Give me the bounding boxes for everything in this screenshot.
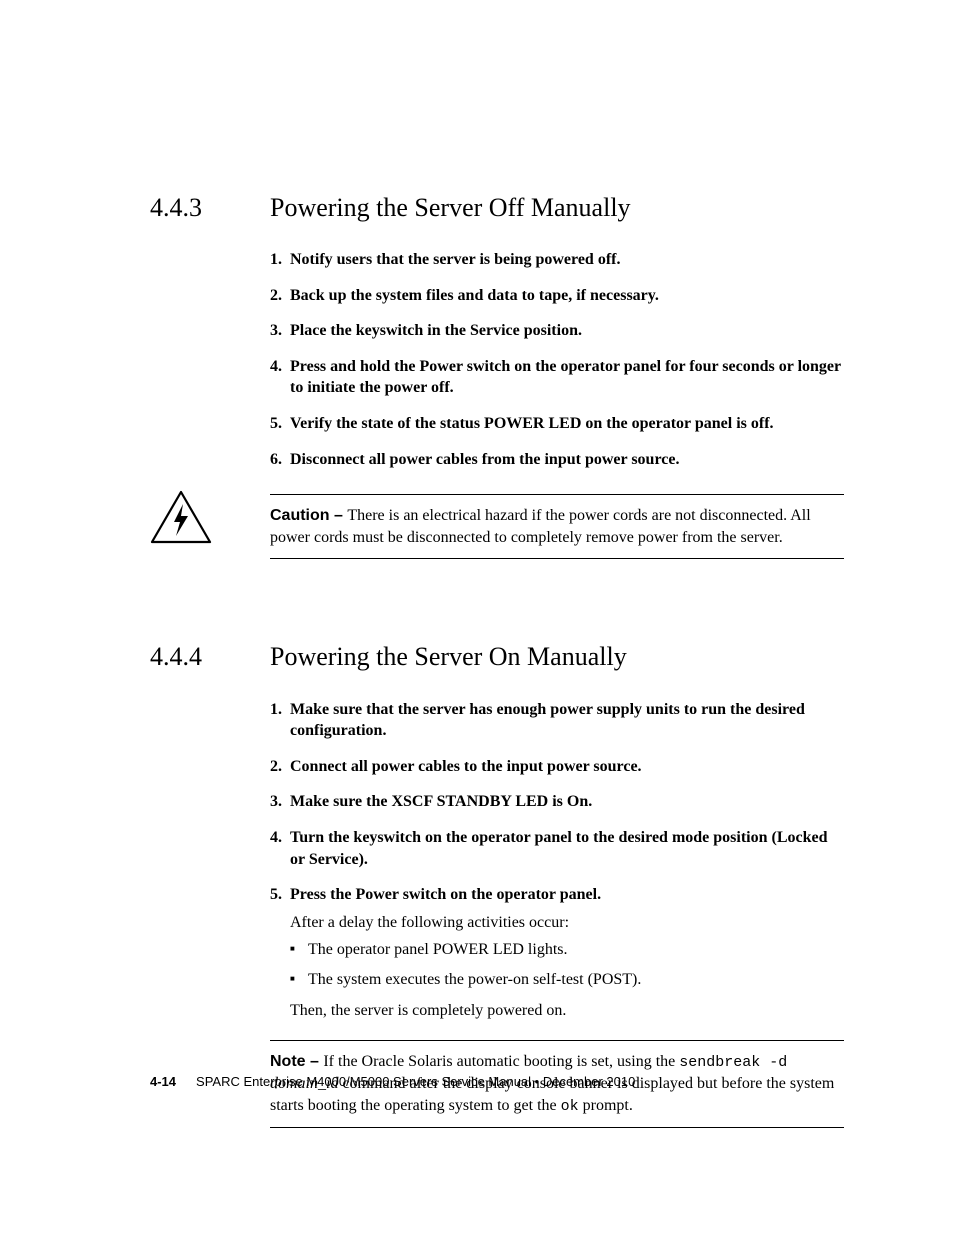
step-text: Connect all power cables to the input po… [290, 758, 642, 775]
footer-text: SPARC Enterprise M4000/M5000 Servers Ser… [196, 1074, 635, 1089]
rule-bottom [270, 1127, 844, 1128]
then-line: Then, the server is completely powered o… [290, 1000, 844, 1022]
caution-body: Caution – There is an electrical hazard … [270, 488, 844, 565]
note-label: Note – [270, 1053, 323, 1070]
section-title: Powering the Server On Manually [270, 639, 627, 674]
caution-text: Caution – There is an electrical hazard … [270, 501, 844, 552]
code-sendbreak: sendbreak -d [679, 1054, 787, 1071]
step-text: Press and hold the Power switch on the o… [290, 358, 841, 397]
section-number: 4.4.3 [150, 190, 270, 225]
rule-bottom [270, 558, 844, 559]
step-item: Disconnect all power cables from the inp… [270, 449, 844, 471]
bullet-text: The operator panel POWER LED lights. [308, 941, 568, 958]
step-item: Turn the keyswitch on the operator panel… [270, 827, 844, 870]
step-item: Make sure that the server has enough pow… [270, 699, 844, 742]
caution-block: Caution – There is an electrical hazard … [150, 488, 844, 565]
bullet-item: The operator panel POWER LED lights. [290, 939, 844, 961]
steps-list: Make sure that the server has enough pow… [270, 699, 844, 1023]
step-text: Back up the system files and data to tap… [290, 287, 659, 304]
section-443-heading: 4.4.3 Powering the Server Off Manually [150, 190, 844, 225]
step-item: Verify the state of the status POWER LED… [270, 413, 844, 435]
step-subtext: After a delay the following activities o… [290, 912, 844, 934]
step-item: Press and hold the Power switch on the o… [270, 356, 844, 399]
step-text: Turn the keyswitch on the operator panel… [290, 829, 828, 868]
step-text: Verify the state of the status POWER LED… [290, 415, 774, 432]
bullet-text: The system executes the power-on self-te… [308, 971, 641, 988]
caution-content: There is an electrical hazard if the pow… [270, 507, 811, 546]
page-number: 4-14 [150, 1074, 176, 1089]
step-text: Press the Power switch on the operator p… [290, 886, 601, 903]
section-number: 4.4.4 [150, 639, 270, 674]
step-text: Make sure that the server has enough pow… [290, 701, 805, 740]
note-part: If the Oracle Solaris automatic booting … [323, 1053, 679, 1070]
step-text: Place the keyswitch in the Service posit… [290, 322, 582, 339]
steps-list: Notify users that the server is being po… [270, 249, 844, 470]
step-item: Notify users that the server is being po… [270, 249, 844, 271]
bullet-list: The operator panel POWER LED lights. The… [290, 939, 844, 990]
section-443-body: Notify users that the server is being po… [270, 249, 844, 565]
page-body: 4.4.3 Powering the Server Off Manually N… [0, 0, 954, 1128]
step-text: Make sure the XSCF STANDBY LED is On. [290, 793, 592, 810]
rule-top [270, 494, 844, 495]
step-text: Notify users that the server is being po… [290, 251, 620, 268]
step-item: Place the keyswitch in the Service posit… [270, 320, 844, 342]
bullet-item: The system executes the power-on self-te… [290, 969, 844, 991]
section-title: Powering the Server Off Manually [270, 190, 631, 225]
code-ok: ok [561, 1098, 579, 1115]
note-part: prompt. [579, 1097, 633, 1114]
step-text: Disconnect all power cables from the inp… [290, 451, 679, 468]
section-444-body: Make sure that the server has enough pow… [270, 699, 844, 1129]
electrical-hazard-icon [150, 488, 270, 544]
page-footer: 4-14 SPARC Enterprise M4000/M5000 Servers… [150, 1073, 635, 1091]
step-item: Press the Power switch on the operator p… [270, 884, 844, 1022]
caution-label: Caution – [270, 507, 347, 524]
step-item: Connect all power cables to the input po… [270, 756, 844, 778]
section-444-heading: 4.4.4 Powering the Server On Manually [150, 639, 844, 674]
step-item: Make sure the XSCF STANDBY LED is On. [270, 791, 844, 813]
rule-top [270, 1040, 844, 1041]
step-item: Back up the system files and data to tap… [270, 285, 844, 307]
